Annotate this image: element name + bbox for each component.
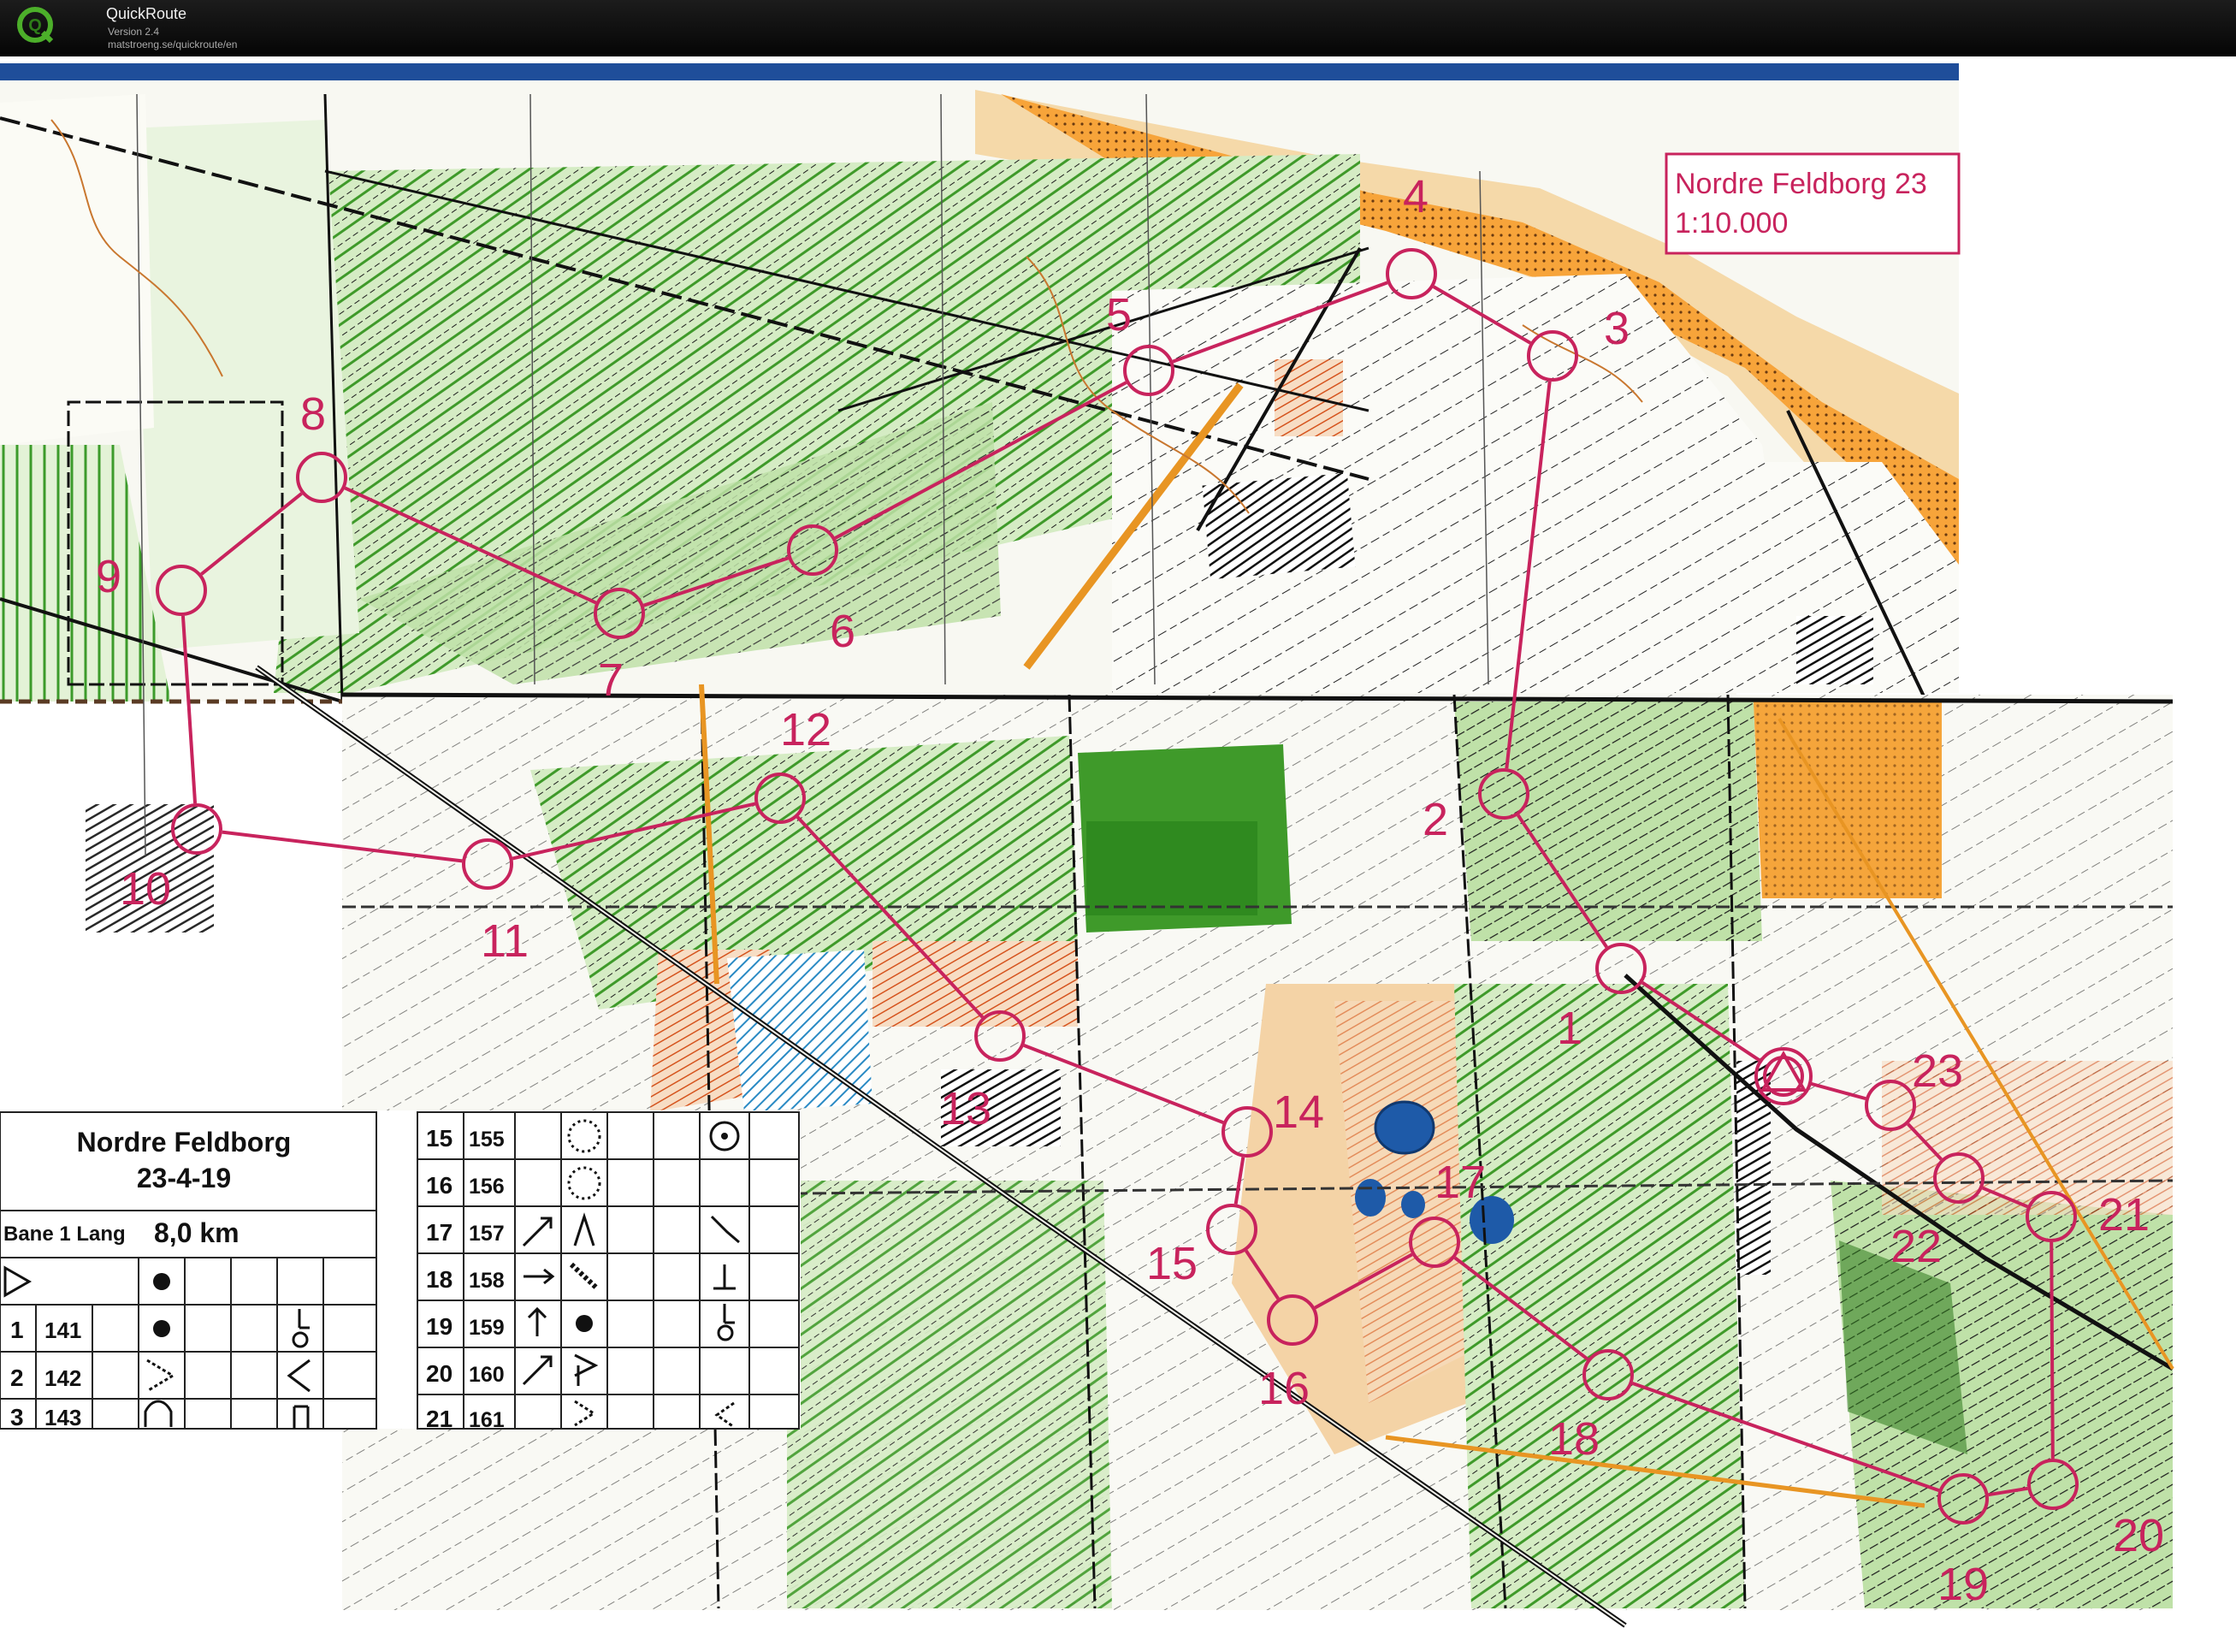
control-number-label: 5 xyxy=(1106,289,1132,340)
sheet-row-num: 17 xyxy=(426,1219,453,1246)
control-number-label: 6 xyxy=(830,606,855,657)
sheet-row-code: 157 xyxy=(469,1222,505,1246)
control-number-label: 12 xyxy=(780,704,831,755)
control-number-label: 11 xyxy=(481,915,529,967)
sheet-row-code: 143 xyxy=(44,1405,81,1430)
control-number-label: 3 xyxy=(1604,303,1630,354)
control-number-label: 23 xyxy=(1912,1045,1963,1097)
sheet-row-num: 15 xyxy=(426,1125,453,1152)
sheet-row-code: 159 xyxy=(469,1316,505,1340)
sheet-row-code: 142 xyxy=(44,1365,81,1391)
sheet-row-code: 156 xyxy=(469,1175,505,1199)
control-description-sheet: Nordre Feldborg 23-4-19 Bane 1 Lang 8,0 … xyxy=(0,1110,801,1432)
control-number-label: 16 xyxy=(1258,1363,1310,1414)
sheet-event-name: Nordre Feldborg xyxy=(77,1127,292,1158)
control-number-label: 10 xyxy=(120,863,171,915)
title-bar: Q QuickRoute Version 2.4 matstroeng.se/q… xyxy=(0,0,2236,56)
sheet-row-code: 160 xyxy=(469,1363,505,1387)
sheet-row-num: 16 xyxy=(426,1172,453,1199)
control-number-label: 1 xyxy=(1557,1003,1582,1054)
sheet-row-num: 19 xyxy=(426,1313,453,1340)
svg-text:Q: Q xyxy=(28,16,42,35)
sheet-row-code: 155 xyxy=(469,1128,505,1152)
control-number-label: 14 xyxy=(1273,1087,1324,1138)
sheet-row-num: 2 xyxy=(10,1365,24,1391)
sheet-row-code: 158 xyxy=(469,1269,505,1293)
sheet-course-length: 8,0 km xyxy=(154,1217,240,1248)
map-scale: 1:10.000 xyxy=(1675,207,1788,240)
control-number-label: 17 xyxy=(1434,1157,1486,1208)
control-number-label: 13 xyxy=(940,1083,991,1134)
orienteering-map[interactable]: Nordre Feldborg 23 1:10.000 Nordre Feldb… xyxy=(0,56,2236,1652)
dot-icon xyxy=(576,1315,593,1332)
quickroute-logo-icon: Q xyxy=(17,7,54,44)
sheet-row-num: 18 xyxy=(426,1266,453,1293)
control-number-label: 15 xyxy=(1146,1238,1198,1289)
control-number-label: 9 xyxy=(96,551,121,602)
map-view[interactable]: Nordre Feldborg 23 1:10.000 Nordre Feldb… xyxy=(0,56,2236,1652)
sheet-row-num: 21 xyxy=(426,1406,453,1432)
sheet-row-num: 1 xyxy=(10,1317,24,1343)
sheet-row-code: 161 xyxy=(469,1408,505,1432)
control-number-label: 20 xyxy=(2113,1510,2164,1561)
sheet-course-name: Bane 1 Lang xyxy=(3,1223,126,1246)
control-number-label: 7 xyxy=(598,654,624,706)
control-number-label: 21 xyxy=(2098,1189,2150,1240)
dot-icon xyxy=(153,1273,170,1290)
app-title: QuickRoute xyxy=(106,5,187,22)
control-number-label: 8 xyxy=(300,388,326,440)
control-number-label: 4 xyxy=(1403,171,1429,222)
control-number-label: 2 xyxy=(1423,794,1448,845)
sheet-row-code: 141 xyxy=(44,1317,81,1343)
course-leg xyxy=(2050,1241,2055,1460)
dot-icon xyxy=(153,1320,170,1337)
app-version: Version 2.4 xyxy=(108,26,160,38)
app-url: matstroeng.se/quickroute/en xyxy=(108,38,238,50)
control-number-label: 22 xyxy=(1890,1221,1942,1272)
sheet-row-num: 20 xyxy=(426,1360,453,1387)
control-number-label: 19 xyxy=(1937,1559,1989,1610)
map-title: Nordre Feldborg 23 xyxy=(1675,168,1927,200)
sheet-date: 23-4-19 xyxy=(137,1163,231,1193)
control-number-label: 18 xyxy=(1548,1413,1600,1465)
sheet-row-num: 3 xyxy=(10,1404,24,1430)
